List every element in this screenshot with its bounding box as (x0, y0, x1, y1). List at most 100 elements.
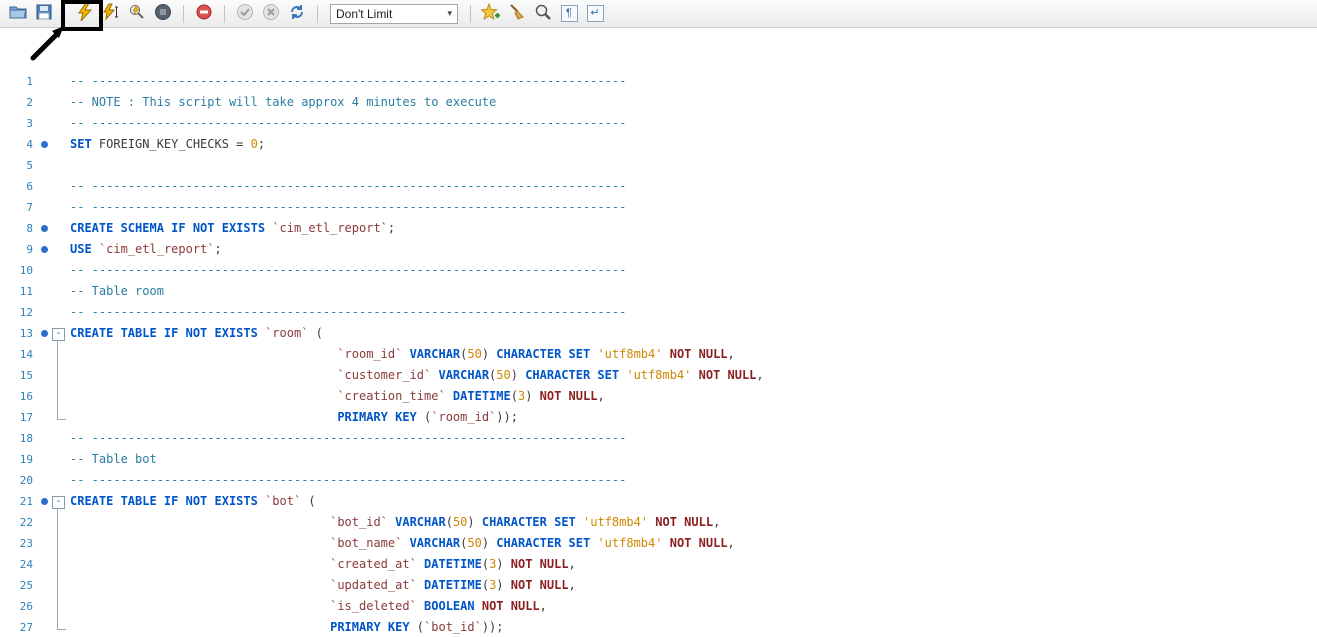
code-line[interactable]: 12-- -----------------------------------… (0, 302, 1317, 323)
statement-marker-gutter (38, 260, 52, 281)
code-text: `room_id` VARCHAR(50) CHARACTER SET 'utf… (70, 344, 1317, 365)
commit-transaction-button[interactable] (233, 2, 257, 26)
stop-on-error-icon (195, 3, 213, 24)
fold-gutter (52, 302, 70, 323)
code-text: `updated_at` DATETIME(3) NOT NULL, (70, 575, 1317, 596)
execute-script-button[interactable] (73, 2, 97, 26)
code-line[interactable]: 18-- -----------------------------------… (0, 428, 1317, 449)
line-number: 11 (2, 281, 38, 302)
code-line[interactable]: 8CREATE SCHEMA IF NOT EXISTS `cim_etl_re… (0, 218, 1317, 239)
line-number: 8 (2, 218, 38, 239)
line-number: 9 (2, 239, 38, 260)
statement-marker-gutter (38, 218, 52, 239)
code-line[interactable]: 7-- ------------------------------------… (0, 197, 1317, 218)
toggle-invisible-characters-button[interactable]: ¶ (557, 2, 581, 26)
code-line[interactable]: 1-- ------------------------------------… (0, 71, 1317, 92)
line-number: 16 (2, 386, 38, 407)
code-line[interactable]: 25 `updated_at` DATETIME(3) NOT NULL, (0, 575, 1317, 596)
line-number: 5 (2, 155, 38, 176)
code-line[interactable]: 19-- Table bot (0, 449, 1317, 470)
code-line[interactable]: 17 PRIMARY KEY (`room_id`)); (0, 407, 1317, 428)
toggle-autocommit-button[interactable] (285, 2, 309, 26)
execute-current-statement-button[interactable] (99, 2, 123, 26)
save-snippet-button[interactable] (479, 2, 503, 26)
code-line[interactable]: 16 `creation_time` DATETIME(3) NOT NULL, (0, 386, 1317, 407)
statement-marker-dot (41, 141, 48, 148)
code-line[interactable]: 11-- Table room (0, 281, 1317, 302)
line-number: 24 (2, 554, 38, 575)
limit-rows-dropdown[interactable]: Don't Limit ▾ (330, 4, 458, 24)
toggle-stop-on-error-button[interactable] (192, 2, 216, 26)
fold-gutter (52, 470, 70, 491)
fold-gutter (52, 533, 70, 554)
code-line[interactable]: 9 USE `cim_etl_report`; (0, 239, 1317, 260)
code-text: SET FOREIGN_KEY_CHECKS = 0; (70, 134, 1317, 155)
explain-plan-button[interactable] (125, 2, 149, 26)
code-line[interactable]: 15 `customer_id` VARCHAR(50) CHARACTER S… (0, 365, 1317, 386)
code-text: -- -------------------------------------… (70, 302, 1317, 323)
chevron-down-icon: ▾ (444, 8, 455, 19)
code-line[interactable]: 24 `created_at` DATETIME(3) NOT NULL, (0, 554, 1317, 575)
code-line[interactable]: 3-- ------------------------------------… (0, 113, 1317, 134)
line-number: 22 (2, 512, 38, 533)
code-area: 1-- ------------------------------------… (0, 71, 1317, 637)
line-number: 19 (2, 449, 38, 470)
statement-marker-gutter (38, 344, 52, 365)
fold-gutter (52, 344, 70, 365)
beautify-script-button[interactable] (505, 2, 529, 26)
fold-gutter (52, 239, 70, 260)
code-line[interactable]: 22 `bot_id` VARCHAR(50) CHARACTER SET 'u… (0, 512, 1317, 533)
fold-toggle[interactable] (52, 491, 70, 512)
code-text: CREATE TABLE IF NOT EXISTS `room` ( (70, 323, 1317, 344)
fold-gutter (52, 407, 70, 428)
statement-marker-gutter (38, 491, 52, 512)
code-line[interactable]: 13 CREATE TABLE IF NOT EXISTS `room` ( (0, 323, 1317, 344)
statement-marker-gutter (38, 386, 52, 407)
code-line[interactable]: 14 `room_id` VARCHAR(50) CHARACTER SET '… (0, 344, 1317, 365)
line-number: 26 (2, 596, 38, 617)
limit-rows-value: Don't Limit (336, 7, 392, 21)
line-number: 25 (2, 575, 38, 596)
toolbar-separator (64, 5, 65, 23)
fold-gutter (52, 197, 70, 218)
code-line[interactable]: 6-- ------------------------------------… (0, 176, 1317, 197)
line-number: 13 (2, 323, 38, 344)
toolbar-separator (470, 5, 471, 23)
code-line[interactable]: 26 `is_deleted` BOOLEAN NOT NULL, (0, 596, 1317, 617)
code-line[interactable]: 2-- NOTE : This script will take approx … (0, 92, 1317, 113)
fold-gutter (52, 386, 70, 407)
statement-marker-gutter (38, 554, 52, 575)
statement-marker-gutter (38, 113, 52, 134)
code-text: -- -------------------------------------… (70, 197, 1317, 218)
line-number: 18 (2, 428, 38, 449)
code-text (70, 155, 1317, 176)
code-line[interactable]: 4SET FOREIGN_KEY_CHECKS = 0; (0, 134, 1317, 155)
code-line[interactable]: 21CREATE TABLE IF NOT EXISTS `bot` ( (0, 491, 1317, 512)
code-text: USE `cim_etl_report`; (70, 239, 1317, 260)
statement-marker-gutter (38, 197, 52, 218)
folder-open-icon (9, 4, 28, 23)
code-line[interactable]: 23 `bot_name` VARCHAR(50) CHARACTER SET … (0, 533, 1317, 554)
statement-marker-gutter (38, 407, 52, 428)
statement-marker-gutter (38, 533, 52, 554)
code-line[interactable]: 5 (0, 155, 1317, 176)
code-line[interactable]: 10-- -----------------------------------… (0, 260, 1317, 281)
fold-gutter (52, 92, 70, 113)
stop-execution-button[interactable] (151, 2, 175, 26)
find-button[interactable] (531, 2, 555, 26)
rollback-transaction-button[interactable] (259, 2, 283, 26)
code-line[interactable]: 27 PRIMARY KEY (`bot_id`)); (0, 617, 1317, 637)
fold-gutter (52, 365, 70, 386)
fold-gutter (52, 596, 70, 617)
sql-code-editor[interactable]: 1-- ------------------------------------… (0, 29, 1317, 637)
code-line[interactable]: 20-- -----------------------------------… (0, 470, 1317, 491)
line-number: 21 (2, 491, 38, 512)
save-sql-script-button[interactable] (32, 2, 56, 26)
fold-gutter (52, 134, 70, 155)
toggle-word-wrap-button[interactable]: ↵ (583, 2, 607, 26)
code-text: `bot_id` VARCHAR(50) CHARACTER SET 'utf8… (70, 512, 1317, 533)
commit-check-icon (236, 3, 254, 24)
fold-toggle[interactable] (52, 323, 70, 344)
code-text: `is_deleted` BOOLEAN NOT NULL, (70, 596, 1317, 617)
open-sql-script-button[interactable] (6, 2, 30, 26)
